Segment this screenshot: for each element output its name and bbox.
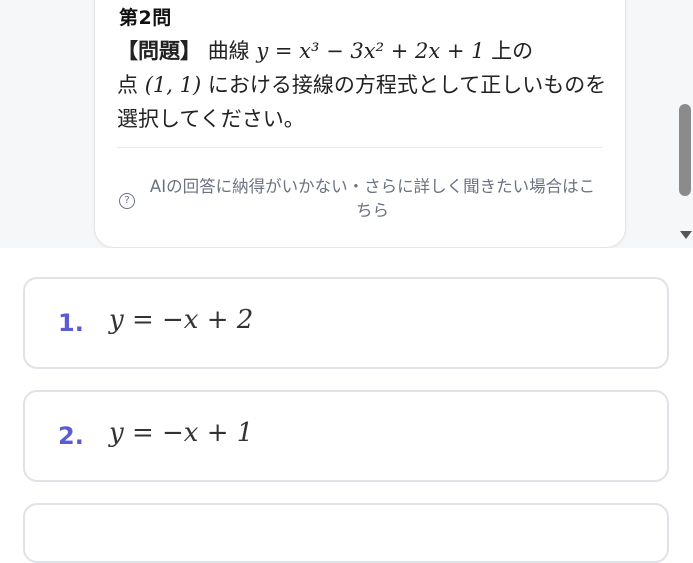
point-coordinates: (1, 1): [144, 73, 202, 97]
question-card: 第2問 【問題】 曲線 y = x³ − 3x² + 2x + 1 上の 点 (…: [94, 0, 626, 248]
choice-option-2[interactable]: 2. y = −x + 1: [23, 390, 669, 482]
question-area: 第2問 【問題】 曲線 y = x³ − 3x² + 2x + 1 上の 点 (…: [0, 0, 693, 248]
curve-equation: y = x³ − 3x² + 2x + 1: [256, 39, 485, 63]
card-divider: [117, 147, 602, 148]
question-lead: 曲線: [207, 39, 250, 63]
scroll-down-arrow-icon[interactable]: [680, 231, 692, 239]
point-prefix: 点: [117, 73, 138, 97]
choice-answer: y = −x + 2: [109, 305, 254, 335]
choice-number: 1.: [58, 309, 84, 337]
question-mid: 上の: [491, 39, 534, 63]
scrollbar-thumb[interactable]: [679, 104, 691, 196]
question-number: 第2問: [119, 7, 172, 29]
question-circle-icon: ?: [119, 193, 135, 209]
question-text: 【問題】 曲線 y = x³ − 3x² + 2x + 1 上の 点 (1, 1…: [117, 34, 607, 136]
choice-answer: y = −x + 1: [109, 418, 254, 448]
ai-help-link[interactable]: ? AIの回答に納得がいかない・さらに詳しく聞きたい場合はこちら: [117, 175, 602, 220]
choice-option-3[interactable]: [23, 503, 669, 563]
choice-option-1[interactable]: 1. y = −x + 2: [23, 277, 669, 369]
ai-help-text: AIの回答に納得がいかない・さらに詳しく聞きたい場合はこちら: [149, 177, 596, 220]
question-tag: 【問題】: [117, 39, 201, 63]
choice-number: 2.: [58, 422, 84, 450]
